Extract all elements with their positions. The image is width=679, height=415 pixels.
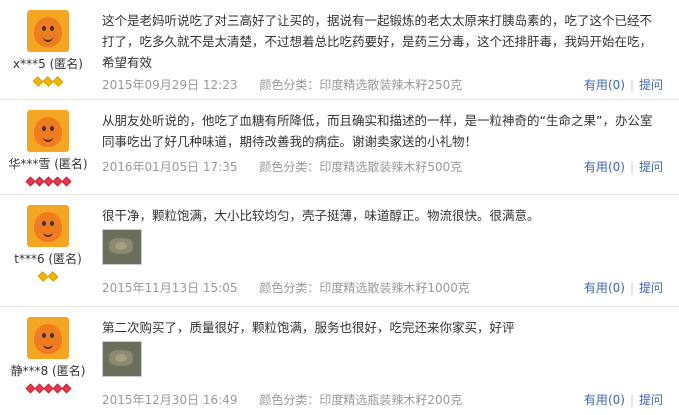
review-date: 2015年12月30日 xyxy=(102,393,200,407)
review-text: 从朋友处听说的，他吃了血糖有所降低，而且确实和描述的一样，是一粒神奇的“生命之果… xyxy=(102,113,653,149)
review-date: 2015年11月13日 xyxy=(102,281,200,295)
avatar[interactable] xyxy=(27,10,69,52)
reviewer-name[interactable]: 华***雪 (匿名) xyxy=(0,155,96,172)
review-item: 华***雪 (匿名) 从朋友处听说的，他吃了血糖有所降低，而且确实和描述的一样，… xyxy=(0,100,679,195)
reviewer-info: 静***8 (匿名) xyxy=(0,307,96,394)
review-meta: 2015年09月29日 12:23 颜色分类：印度精选散装辣木籽250克 xyxy=(102,76,462,93)
review-text: 这个是老妈听说吃了对三高好了让买的，据说有一起锻炼的老太太原来打胰岛素的，吃了这… xyxy=(102,13,653,70)
question-button[interactable]: 提问 xyxy=(639,78,663,92)
reviewer-level-badge xyxy=(0,75,96,87)
review-sku: 颜色分类：印度精选散装辣木籽500克 xyxy=(259,160,463,174)
review-meta: 2015年12月30日 16:49 颜色分类：印度精选瓶装辣木籽200克 xyxy=(102,391,462,408)
review-text: 第二次购买了，质量很好，颗粒饱满，服务也很好，吃完还来你家买，好评 xyxy=(102,320,515,335)
reviewer-info: t***6 (匿名) xyxy=(0,195,96,282)
useful-button[interactable]: 有用(0) xyxy=(584,160,625,174)
review-date: 2015年09月29日 xyxy=(102,78,200,92)
review-meta: 2016年01月05日 17:35 颜色分类：印度精选散装辣木籽500克 xyxy=(102,158,462,175)
review-time: 17:35 xyxy=(202,160,238,174)
review-time: 16:49 xyxy=(202,393,238,407)
review-photo-thumbnail[interactable] xyxy=(102,229,142,265)
review-sku: 颜色分类：印度精选散装辣木籽1000克 xyxy=(259,281,470,295)
question-button[interactable]: 提问 xyxy=(639,160,663,174)
reviewer-name[interactable]: 静***8 (匿名) xyxy=(0,362,96,379)
reviewer-info: x***5 (匿名) xyxy=(0,0,96,87)
avatar[interactable] xyxy=(27,317,69,359)
useful-button[interactable]: 有用(0) xyxy=(584,281,625,295)
question-button[interactable]: 提问 xyxy=(639,281,663,295)
review-item: 静***8 (匿名) 第二次购买了，质量很好，颗粒饱满，服务也很好，吃完还来你家… xyxy=(0,307,679,415)
useful-button[interactable]: 有用(0) xyxy=(584,393,625,407)
reviewer-name[interactable]: t***6 (匿名) xyxy=(0,250,96,267)
review-actions: 有用(0) | 提问 xyxy=(583,393,663,407)
reviewer-name[interactable]: x***5 (匿名) xyxy=(0,55,96,72)
review-item: t***6 (匿名) 很干净，颗粒饱满，大小比较均匀，壳子挺薄，味道醇正。物流很… xyxy=(0,195,679,307)
reviewer-level-badge xyxy=(0,175,96,187)
review-meta: 2015年11月13日 15:05 颜色分类：印度精选散装辣木籽1000克 xyxy=(102,279,470,296)
reviewer-level-badge xyxy=(0,270,96,282)
review-sku: 颜色分类：印度精选散装辣木籽250克 xyxy=(259,78,463,92)
review-actions: 有用(0) | 提问 xyxy=(583,78,663,92)
review-item: x***5 (匿名) 这个是老妈听说吃了对三高好了让买的，据说有一起锻炼的老太太… xyxy=(0,0,679,100)
reviewer-level-badge xyxy=(0,382,96,394)
avatar[interactable] xyxy=(27,110,69,152)
review-date: 2016年01月05日 xyxy=(102,160,200,174)
review-actions: 有用(0) | 提问 xyxy=(583,160,663,174)
review-sku: 颜色分类：印度精选瓶装辣木籽200克 xyxy=(259,393,463,407)
review-list: x***5 (匿名) 这个是老妈听说吃了对三高好了让买的，据说有一起锻炼的老太太… xyxy=(0,0,679,415)
review-actions: 有用(0) | 提问 xyxy=(583,281,663,295)
review-photo-thumbnail[interactable] xyxy=(102,341,142,377)
review-text: 很干净，颗粒饱满，大小比较均匀，壳子挺薄，味道醇正。物流很快。很满意。 xyxy=(102,208,540,223)
useful-button[interactable]: 有用(0) xyxy=(584,78,625,92)
question-button[interactable]: 提问 xyxy=(639,393,663,407)
reviewer-info: 华***雪 (匿名) xyxy=(0,100,96,187)
avatar[interactable] xyxy=(27,205,69,247)
review-time: 12:23 xyxy=(202,78,238,92)
review-time: 15:05 xyxy=(202,281,238,295)
